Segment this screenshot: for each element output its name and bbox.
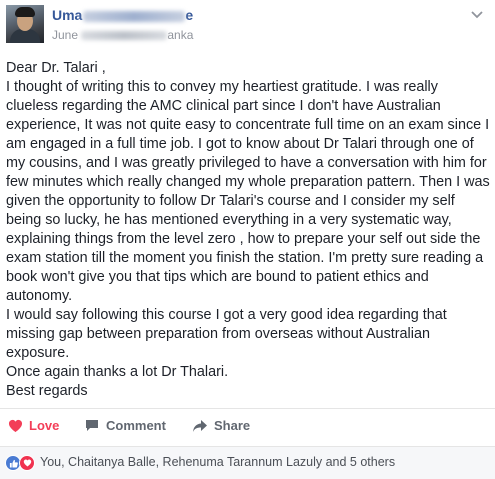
share-arrow-icon (193, 419, 207, 432)
chevron-down-icon[interactable] (471, 8, 483, 22)
love-label: Love (29, 418, 60, 433)
love-button[interactable]: Love (8, 418, 59, 433)
avatar-hair (15, 7, 35, 17)
post-paragraph: Once again thanks a lot Dr Thalari. (6, 364, 229, 380)
reactions-summary[interactable]: You, Chaitanya Balle, Rehenuma Tarannum … (0, 447, 495, 479)
post-date[interactable]: June (52, 28, 78, 42)
redacted-name (83, 10, 186, 22)
share-button[interactable]: Share (192, 418, 250, 433)
post-paragraph: I thought of writing this to convey my h… (6, 79, 490, 304)
redacted-meta (81, 31, 168, 41)
reaction-badges (5, 455, 39, 471)
reactions-text[interactable]: You, Chaitanya Balle, Rehenuma Tarannum … (40, 455, 395, 469)
comment-label: Comment (106, 418, 166, 433)
heart-icon (8, 419, 23, 432)
author-avatar[interactable] (6, 5, 44, 43)
comment-icon (86, 420, 98, 431)
comment-button[interactable]: Comment (84, 418, 166, 433)
post-body: Dear Dr. Talari , I thought of writing t… (6, 59, 492, 401)
heart-icon (19, 455, 35, 471)
post-location: anka (167, 28, 194, 42)
author-name-suffix: e (185, 7, 194, 23)
post-paragraph: I would say following this course I got … (6, 307, 447, 361)
post-actions-bar: Love Comment Share (0, 409, 495, 445)
author-name-visible: Uma (52, 7, 83, 23)
post-greeting: Dear Dr. Talari , (6, 60, 106, 76)
share-label: Share (214, 418, 251, 433)
post-meta: June anka (52, 28, 193, 42)
post-header: Uma e June anka (0, 0, 495, 50)
author-name[interactable]: Uma e (52, 7, 193, 23)
avatar-body (10, 29, 40, 43)
facebook-post: Uma e June anka Dear Dr. Talari , I thoug… (0, 0, 495, 479)
post-signoff: Best regards (6, 383, 88, 399)
